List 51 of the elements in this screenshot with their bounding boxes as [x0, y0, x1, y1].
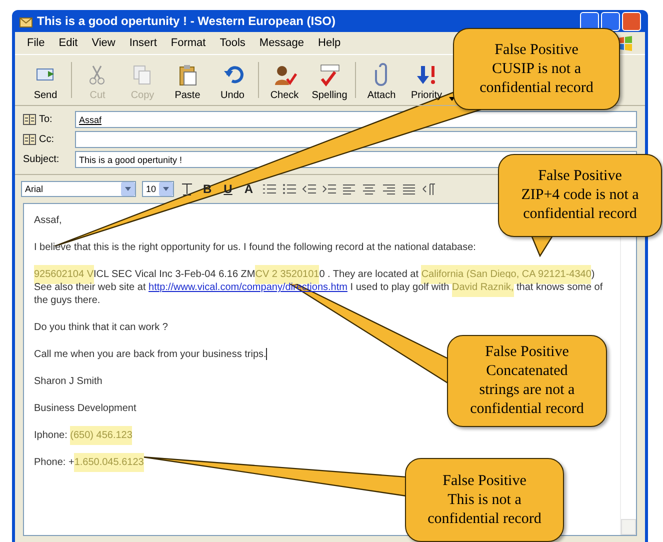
callout: False Positive This is not a confidential record — [405, 458, 564, 542]
email-paragraph: Call me when you are back from your business trips. — [34, 348, 268, 361]
font-dropdown[interactable]: Arial — [21, 181, 136, 197]
address-book-icon[interactable] — [23, 134, 36, 145]
person-check-icon — [272, 63, 296, 87]
toolbar-button[interactable]: Spelling — [307, 63, 352, 101]
list-icon[interactable] — [262, 182, 276, 196]
menu-item[interactable]: Message — [259, 37, 304, 49]
menu-item[interactable]: Edit — [58, 37, 78, 49]
callout: False Positive ZIP+4 code is not a confidential record — [498, 154, 662, 237]
menu-item[interactable]: View — [92, 37, 116, 49]
callout: False Positive Concatenated strings are not a confidential record — [447, 335, 607, 427]
email-paragraph: Iphone: (650) 456.123 — [34, 429, 132, 442]
email-paragraph: Assaf, — [34, 214, 62, 227]
toolbar-button[interactable]: Priority — [404, 63, 449, 101]
paragraph-direction-icon[interactable] — [422, 182, 436, 196]
window-title: This is a good opertunity ! - Western European (ISO) — [37, 14, 336, 28]
callout: False Positive CUSIP is not a confidential record — [453, 28, 620, 110]
size-dropdown[interactable]: 10 — [142, 181, 174, 197]
toolbar-button[interactable]: Send — [23, 63, 68, 101]
menu-item[interactable]: Tools — [220, 37, 246, 49]
email-paragraph: Business Development — [34, 402, 136, 415]
menu-item[interactable]: Format — [170, 37, 206, 49]
toolbar-button[interactable]: Attach — [359, 63, 404, 101]
menu-item[interactable]: Insert — [129, 37, 157, 49]
toolbar-button[interactable]: Undo — [210, 63, 255, 101]
menu-item[interactable]: Help — [318, 37, 341, 49]
align-center-icon[interactable] — [362, 182, 376, 196]
close-button[interactable] — [622, 12, 641, 30]
field-label: Cc: — [39, 134, 54, 145]
toolbar-button[interactable]: Paste — [165, 63, 210, 101]
field-label: Subject: — [23, 154, 60, 165]
format-button[interactable]: A — [241, 182, 256, 196]
align-right-icon[interactable] — [382, 182, 396, 196]
toolbar-button[interactable]: Check — [262, 63, 307, 101]
field-label: To: — [39, 114, 52, 125]
maximize-button[interactable] — [601, 12, 620, 30]
list-icon[interactable] — [282, 182, 296, 196]
outdent-icon[interactable] — [302, 182, 316, 196]
menu-item[interactable]: File — [27, 37, 45, 49]
email-paragraph: Do you think that it can work ? — [34, 321, 168, 334]
address-book-icon[interactable] — [23, 114, 36, 125]
email-paragraph: Sharon J Smith — [34, 375, 102, 388]
email-paragraph: Phone: +1.650.045.6123 — [34, 456, 144, 469]
align-left-icon[interactable] — [342, 182, 356, 196]
spelling-check-icon — [318, 63, 342, 87]
email-paragraph: I believe that this is the right opportunity for us. I found the following record at the national database: — [34, 241, 476, 254]
text-cursor — [266, 348, 268, 360]
indent-icon[interactable] — [322, 182, 336, 196]
justify-icon[interactable] — [402, 182, 416, 196]
style-icon[interactable] — [180, 182, 194, 196]
